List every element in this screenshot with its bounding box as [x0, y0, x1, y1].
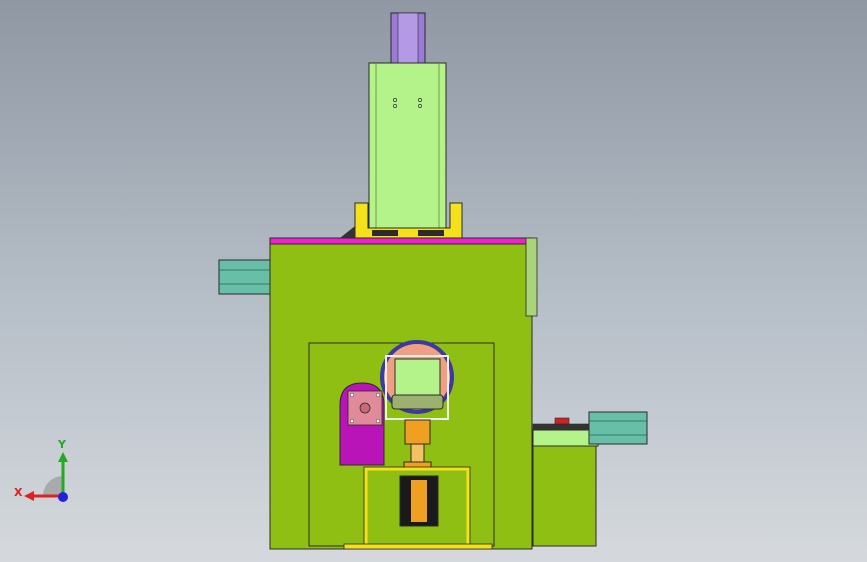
- motor-screw: [375, 392, 381, 398]
- left-rail[interactable]: [218, 259, 271, 295]
- conveyor-marker: [554, 417, 570, 425]
- x-axis-arrow: [24, 491, 34, 501]
- cad-viewport[interactable]: Y X: [0, 0, 867, 562]
- motor-screw: [349, 392, 355, 398]
- motor-screw: [375, 418, 381, 424]
- bracket-wedge: [340, 226, 355, 238]
- conveyor-belt[interactable]: [532, 429, 599, 447]
- machine-model[interactable]: [0, 0, 867, 562]
- coordinate-triad-icon: Y X: [10, 438, 80, 513]
- top-motor-detail: [397, 12, 419, 64]
- side-panel: [525, 237, 538, 317]
- cylinder-body-highlight: [411, 480, 427, 522]
- y-axis-label: Y: [58, 438, 66, 451]
- z-axis-dot: [58, 492, 68, 502]
- drum-roller[interactable]: [391, 394, 444, 410]
- right-rail[interactable]: [588, 411, 648, 445]
- motor-screw: [349, 418, 355, 424]
- cylinder-head[interactable]: [404, 419, 431, 445]
- bracket-slot: [372, 230, 398, 236]
- right-module[interactable]: [532, 445, 597, 547]
- motor-shaft: [359, 402, 371, 414]
- base-plate[interactable]: [343, 543, 493, 550]
- bracket-slot: [418, 230, 444, 236]
- vertical-column[interactable]: [368, 62, 447, 229]
- conveyor-top: [532, 423, 599, 431]
- y-axis-arrow: [58, 452, 68, 462]
- top-plate[interactable]: [269, 237, 533, 245]
- x-axis-label: X: [14, 486, 23, 499]
- drum-block[interactable]: [394, 358, 441, 396]
